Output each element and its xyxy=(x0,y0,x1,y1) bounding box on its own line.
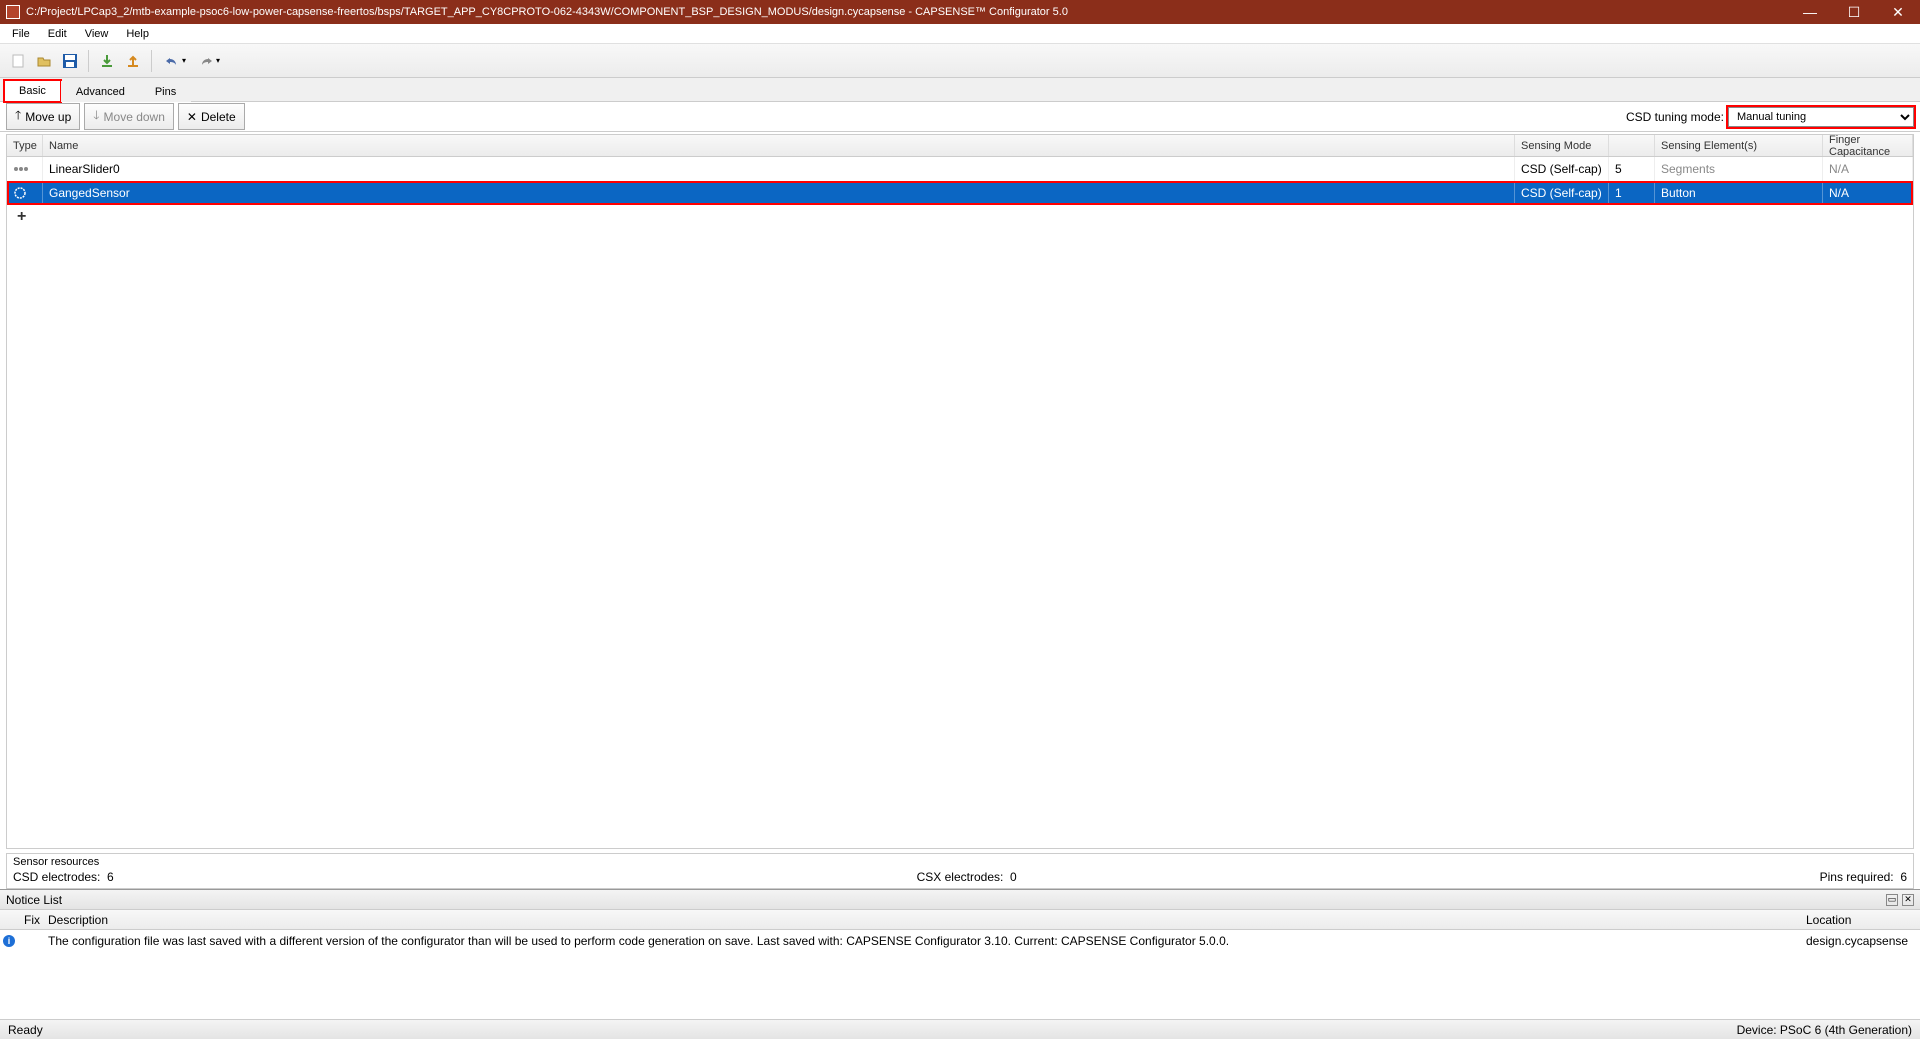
csx-value: 0 xyxy=(1010,870,1017,884)
widget-grid: Type Name Sensing Mode Sensing Element(s… xyxy=(6,134,1914,849)
notice-col-fix[interactable]: Fix xyxy=(18,910,42,929)
pins-value: 6 xyxy=(1900,870,1907,884)
import-icon[interactable] xyxy=(95,49,119,73)
toolbar: ▾ ▾ xyxy=(0,44,1920,78)
menu-edit[interactable]: Edit xyxy=(40,26,75,42)
element-count[interactable]: 1 xyxy=(1609,181,1655,205)
tabbar: Basic Advanced Pins xyxy=(0,78,1920,102)
save-icon[interactable] xyxy=(58,49,82,73)
table-row[interactable]: GangedSensorCSD (Self-cap)1ButtonN/A xyxy=(7,181,1913,205)
menubar: File Edit View Help xyxy=(0,24,1920,44)
notice-col-loc[interactable]: Location xyxy=(1800,910,1920,929)
col-elements[interactable]: Sensing Element(s) xyxy=(1655,135,1823,156)
csx-label: CSX electrodes: xyxy=(917,870,1004,884)
undo-icon[interactable]: ▾ xyxy=(158,49,190,73)
tab-advanced[interactable]: Advanced xyxy=(61,81,140,102)
open-file-icon[interactable] xyxy=(32,49,56,73)
sensor-resources-title: Sensor resources xyxy=(13,856,1907,868)
notice-dock-icon[interactable]: ▭ xyxy=(1886,894,1898,906)
col-mode[interactable]: Sensing Mode xyxy=(1515,135,1609,156)
notice-row[interactable]: i The configuration file was last saved w… xyxy=(0,930,1920,952)
pins-label: Pins required: xyxy=(1820,870,1894,884)
csd-value: 6 xyxy=(107,870,114,884)
arrow-up-icon: 🡑 xyxy=(15,106,21,127)
redo-icon[interactable]: ▾ xyxy=(192,49,224,73)
delete-icon: ✕ xyxy=(187,110,197,124)
tuning-mode-label: CSD tuning mode: xyxy=(1626,110,1724,124)
widget-name[interactable]: GangedSensor xyxy=(43,181,1515,205)
sensing-element[interactable]: Button xyxy=(1655,181,1823,205)
tab-pins[interactable]: Pins xyxy=(140,81,191,102)
menu-view[interactable]: View xyxy=(77,26,117,42)
status-right: Device: PSoC 6 (4th Generation) xyxy=(1737,1023,1912,1037)
tab-basic[interactable]: Basic xyxy=(4,80,61,102)
add-widget-button[interactable]: + xyxy=(7,205,1913,229)
status-left: Ready xyxy=(8,1023,43,1037)
notice-list-title: Notice List xyxy=(6,893,62,907)
element-count[interactable]: 5 xyxy=(1609,157,1655,181)
delete-button[interactable]: ✕Delete xyxy=(178,103,245,130)
sensing-mode[interactable]: CSD (Self-cap) xyxy=(1515,157,1609,181)
movedown-button[interactable]: 🡓Move down xyxy=(84,103,174,130)
close-button[interactable]: ✕ xyxy=(1876,0,1920,24)
titlebar: C:/Project/LPCap3_2/mtb-example-psoc6-lo… xyxy=(0,0,1920,24)
csd-label: CSD electrodes: xyxy=(13,870,100,884)
finger-capacitance: N/A xyxy=(1823,157,1913,181)
menu-help[interactable]: Help xyxy=(118,26,157,42)
widget-name[interactable]: LinearSlider0 xyxy=(43,157,1515,181)
actionbar: 🡑Move up 🡓Move down ✕Delete CSD tuning m… xyxy=(0,102,1920,132)
maximize-button[interactable]: ☐ xyxy=(1832,0,1876,24)
col-fc[interactable]: Finger Capacitance xyxy=(1823,135,1913,156)
sensing-element[interactable]: Segments xyxy=(1655,157,1823,181)
notice-panel: Notice List ▭ ✕ Fix Description Location… xyxy=(0,889,1920,1019)
info-icon: i xyxy=(0,932,18,950)
col-type[interactable]: Type xyxy=(7,135,43,156)
statusbar: Ready Device: PSoC 6 (4th Generation) xyxy=(0,1019,1920,1039)
app-icon xyxy=(6,5,20,19)
finger-capacitance: N/A xyxy=(1823,181,1913,205)
col-name[interactable]: Name xyxy=(43,135,1515,156)
tuning-mode-select[interactable]: Manual tuning xyxy=(1728,107,1914,127)
notice-close-icon[interactable]: ✕ xyxy=(1902,894,1914,906)
minimize-button[interactable]: — xyxy=(1788,0,1832,24)
widget-type-icon xyxy=(7,181,43,205)
export-icon[interactable] xyxy=(121,49,145,73)
menu-file[interactable]: File xyxy=(4,26,38,42)
sensing-mode[interactable]: CSD (Self-cap) xyxy=(1515,181,1609,205)
window-title: C:/Project/LPCap3_2/mtb-example-psoc6-lo… xyxy=(26,6,1068,18)
new-file-icon[interactable] xyxy=(6,49,30,73)
moveup-button[interactable]: 🡑Move up xyxy=(6,103,80,130)
widget-type-icon xyxy=(7,157,43,181)
table-row[interactable]: LinearSlider0CSD (Self-cap)5SegmentsN/A xyxy=(7,157,1913,181)
notice-col-desc[interactable]: Description xyxy=(42,910,1800,929)
notice-description: The configuration file was last saved wi… xyxy=(42,932,1800,950)
notice-location: design.cycapsense xyxy=(1800,932,1920,950)
sensor-resources-panel: Sensor resources CSD electrodes: 6 CSX e… xyxy=(6,853,1914,889)
grid-header: Type Name Sensing Mode Sensing Element(s… xyxy=(7,135,1913,157)
arrow-down-icon: 🡓 xyxy=(93,106,99,127)
